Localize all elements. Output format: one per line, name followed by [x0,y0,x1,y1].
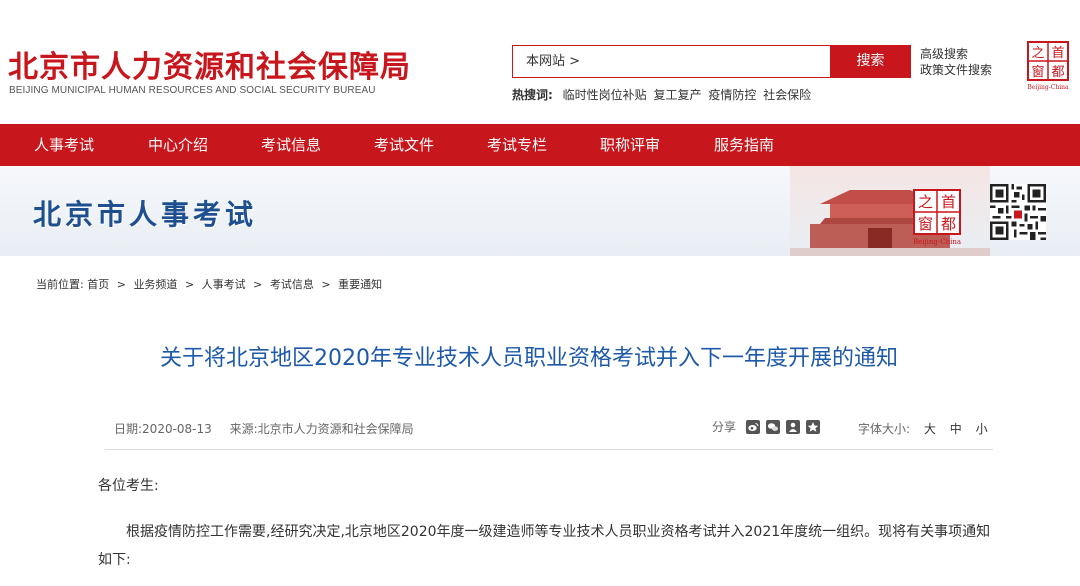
nav-item-exam-column[interactable]: 考试专栏 [487,124,547,166]
advanced-links: 高级搜索 政策文件搜索 [920,46,992,78]
site-title[interactable]: 北京市人力资源和社会保障局 [8,42,411,86]
svg-text:窗: 窗 [918,215,933,233]
site-subtitle: BEIJING MUNICIPAL HUMAN RESOURCES AND SO… [9,85,376,96]
svg-text:Beijing-China: Beijing-China [913,238,961,246]
breadcrumb-home[interactable]: 首页 [87,278,109,291]
weibo-share-icon[interactable] [746,419,761,434]
breadcrumb-separator: > [184,278,195,291]
svg-text:都: 都 [1051,65,1064,80]
main-nav: 人事考试 中心介绍 考试信息 考试文件 考试专栏 职称评审 服务指南 [0,124,1080,166]
svg-text:之: 之 [918,193,933,211]
nav-item-title-review[interactable]: 职称评审 [600,124,660,166]
breadcrumb-separator: > [116,278,126,291]
hotwords: 热搜词: 临时性岗位补贴 复工复产 疫情防控 社会保险 [512,86,814,103]
font-size-small[interactable]: 小 [976,422,988,436]
nav-item-exam-files[interactable]: 考试文件 [374,124,434,166]
article-meta: 日期:2020-08-13 来源:北京市人力资源和社会保障局 [114,420,428,437]
svg-text:首: 首 [1051,46,1064,61]
article-paragraph: 根据疫情防控工作需要,经研究决定,北京地区2020年度一级建造师等专业技术人员职… [98,524,991,568]
article-source: 来源:北京市人力资源和社会保障局 [229,422,414,436]
hotword-link[interactable]: 社会保险 [763,88,811,102]
nav-item-service-guide[interactable]: 服务指南 [714,124,774,166]
svg-text:窗: 窗 [1031,64,1044,80]
svg-text:Beijing-China: Beijing-China [1027,84,1069,91]
search-input[interactable]: 本网站 > [512,45,832,78]
renren-share-icon[interactable] [786,419,801,434]
article-date: 日期:2020-08-13 [114,422,212,436]
hotword-link[interactable]: 临时性岗位补贴 [563,88,647,102]
breadcrumb-separator: > [253,278,263,291]
breadcrumb-label: 当前位置: [36,278,84,291]
hotwords-label: 热搜词: [512,88,553,102]
capital-window-seal-icon[interactable]: 之 首 窗 都 Beijing-China [1024,40,1072,92]
search-button[interactable]: 搜索 [830,45,911,78]
nav-item-center[interactable]: 中心介绍 [148,124,208,166]
hotword-link[interactable]: 复工复产 [653,88,701,102]
breadcrumb-notices[interactable]: 重要通知 [338,278,382,291]
article-title: 关于将北京地区2020年专业技术人员职业资格考试并入下一年度开展的通知 [160,346,898,371]
advanced-search-link[interactable]: 高级搜索 [920,46,992,62]
policy-search-link[interactable]: 政策文件搜索 [920,62,992,78]
svg-text:之: 之 [1031,46,1044,61]
font-size-medium[interactable]: 中 [950,422,962,436]
breadcrumb-exam-info[interactable]: 考试信息 [270,278,314,291]
qr-code-icon [990,184,1046,240]
nav-item-exam[interactable]: 人事考试 [34,124,94,166]
qzone-share-icon[interactable] [806,419,821,434]
nav-item-exam-info[interactable]: 考试信息 [261,124,321,166]
exam-banner: 北京市人事考试 之 首 窗 都 Beijing-China [0,166,1080,256]
svg-text:首: 首 [941,193,956,211]
font-size-label: 字体大小: [858,422,911,436]
site-header: 北京市人力资源和社会保障局 BEIJING MUNICIPAL HUMAN RE… [0,0,1080,124]
share-bar: 分享 [712,418,826,435]
meta-divider [105,449,993,450]
banner-title: 北京市人事考试 [33,198,258,231]
breadcrumb: 当前位置: 首页 > 业务频道 > 人事考试 > 考试信息 > 重要通知 [36,276,382,292]
font-size-large[interactable]: 大 [924,422,936,436]
wechat-share-icon[interactable] [766,419,781,434]
hotword-link[interactable]: 疫情防控 [708,88,756,102]
article-container: 当前位置: 首页 > 业务频道 > 人事考试 > 考试信息 > 重要通知 关于将… [10,256,1048,586]
share-label: 分享 [712,420,737,434]
capital-window-seal-icon: 之 首 窗 都 Beijing-China [913,189,961,246]
breadcrumb-exam[interactable]: 人事考试 [202,278,246,291]
breadcrumb-separator: > [321,278,331,291]
breadcrumb-business[interactable]: 业务频道 [133,278,177,291]
article-greeting: 各位考生: [98,478,159,494]
svg-text:都: 都 [941,215,956,233]
font-size-switcher: 字体大小: 大 中 小 [858,420,988,437]
